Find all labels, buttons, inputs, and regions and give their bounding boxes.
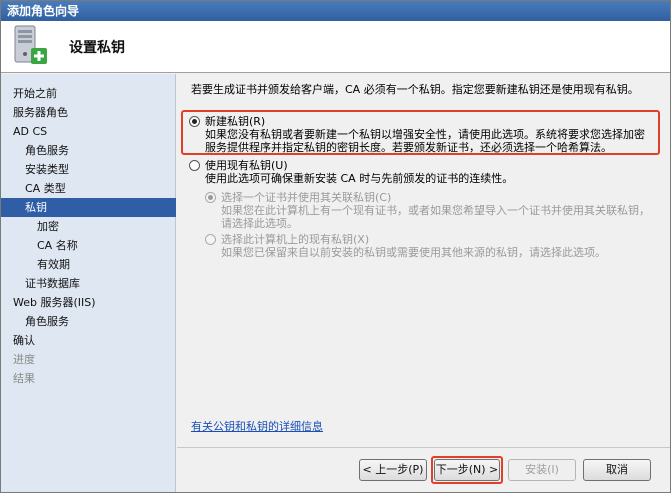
wizard-window: 添加角色向导 设置私钥 开始之前 服务器角色 AD CS 角色服务 安装类型 C… [0,0,671,493]
nav-item-results: 结果 [13,372,35,385]
new-key-description: 如果您没有私钥或者要新建一个私钥以增强安全性，请使用此选项。系统将要求您选择加密… [205,128,645,154]
nav-item-progress: 进度 [13,353,35,366]
nav-item-confirmation[interactable]: 确认 [1,331,175,350]
nav-item-web-server[interactable]: Web 服务器(IIS) [1,293,175,312]
button-separator [177,447,670,448]
install-button: 安装(I) [508,459,576,481]
nav-item-cryptography[interactable]: 加密 [1,217,175,236]
nav-item-ad-cs[interactable]: AD CS [1,122,175,141]
server-add-icon [14,25,47,64]
existing-key-radio[interactable] [189,160,200,171]
key-info-link[interactable]: 有关公钥和私钥的详细信息 [191,418,323,434]
new-key-radio[interactable] [189,116,200,127]
nav-item-ca-name[interactable]: CA 名称 [1,236,175,255]
nav-item-validity-period[interactable]: 有效期 [1,255,175,274]
nav-item-web-role-services[interactable]: 角色服务 [1,312,175,331]
nav-item-ca-type[interactable]: CA 类型 [1,179,175,198]
nav-item-private-key[interactable]: 私钥 [1,198,176,217]
nav-item-role-services[interactable]: 角色服务 [1,141,175,160]
nav-item-setup-type[interactable]: 安装类型 [1,160,175,179]
window-title: 添加角色向导 [1,1,670,21]
previous-button[interactable]: < 上一步(P) [359,459,427,481]
wizard-header: 设置私钥 [1,21,670,73]
existing-key-label[interactable]: 使用现有私钥(U) [205,159,288,172]
cert-key-label: 选择一个证书并使用其关联私钥(C) [221,191,392,204]
machine-key-label: 选择此计算机上的现有私钥(X) [221,233,370,246]
nav-item-server-roles[interactable]: 服务器角色 [1,103,175,122]
page-title: 设置私钥 [69,40,125,56]
nav-item-certificate-database[interactable]: 证书数据库 [1,274,175,293]
cert-key-radio [205,192,216,203]
cancel-button[interactable]: 取消 [583,459,651,481]
intro-text: 若要生成证书并颁发给客户端，CA 必须有一个私钥。指定您要新建私钥还是使用现有私… [191,83,639,96]
machine-key-radio [205,234,216,245]
wizard-nav: 开始之前 服务器角色 AD CS 角色服务 安装类型 CA 类型 私钥 加密 C… [1,74,176,492]
wizard-content: 若要生成证书并颁发给客户端，CA 必须有一个私钥。指定您要新建私钥还是使用现有私… [177,74,670,492]
new-key-label[interactable]: 新建私钥(R) [205,115,265,128]
next-button[interactable]: 下一步(N) > [434,459,500,481]
existing-key-description: 使用此选项可确保重新安装 CA 时与先前颁发的证书的连续性。 [205,172,514,185]
machine-key-description: 如果您已保留来自以前安装的私钥或需要使用其他来源的私钥，请选择此选项。 [221,246,606,259]
cert-key-description: 如果您在此计算机上有一个现有证书，或者如果您希望导入一个证书并使用其关联私钥，请… [221,204,650,230]
nav-item-before-you-begin[interactable]: 开始之前 [1,84,175,103]
